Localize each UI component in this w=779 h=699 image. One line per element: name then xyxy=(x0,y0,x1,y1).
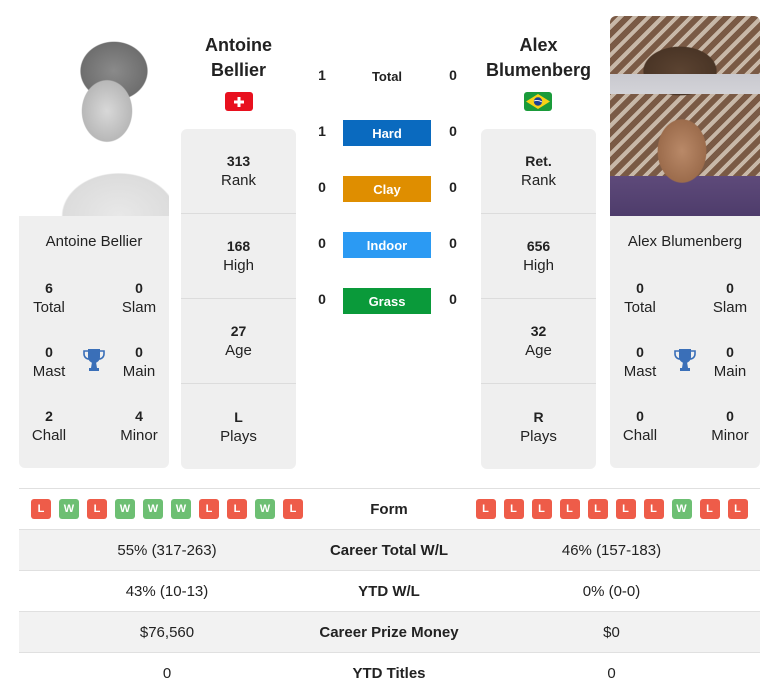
trophy-icon xyxy=(82,347,106,373)
player1-age: 27 Age xyxy=(181,299,296,384)
player2-titles: Alex Blumenberg 0 Total 0 Slam 0 Mast 0 Main… xyxy=(610,216,760,468)
player2-titles-name: Alex Blumenberg xyxy=(627,233,743,250)
row-label: YTD W/L xyxy=(358,582,420,600)
player1-last-name: Bellier xyxy=(210,60,267,80)
h2h-hard-p2: 0 xyxy=(449,123,457,139)
player1-high: 168 High xyxy=(181,214,296,299)
form-row: LWLWWWLLWL Form LLLLLLLWLL xyxy=(19,488,760,529)
form-badge-loss[interactable]: L xyxy=(31,499,51,519)
player1-prize-money: $76,560 xyxy=(139,623,195,641)
player1-rank: 313 Rank xyxy=(181,129,296,214)
player2-rank: Ret. Rank xyxy=(481,129,596,214)
player2-high: 656 High xyxy=(481,214,596,299)
player2-titles-main: 0 Main xyxy=(713,344,747,380)
surface-hard-button[interactable]: Hard xyxy=(343,120,431,146)
player1-titles-mast: 0 Mast xyxy=(32,344,66,380)
h2h-indoor-p1: 0 xyxy=(318,235,326,251)
h2h-total-p1: 1 xyxy=(318,67,326,83)
table-row: 43% (10-13) YTD W/L 0% (0-0) xyxy=(19,570,760,611)
player2-titles-total: 0 Total xyxy=(624,280,656,316)
player2-titles-chall: 0 Chall xyxy=(622,408,658,444)
player1-name[interactable]: Antoine Bellier xyxy=(181,33,296,83)
form-badge-loss[interactable]: L xyxy=(699,499,720,519)
player2-age: 32 Age xyxy=(481,299,596,384)
player2-titles-minor: 0 Minor xyxy=(711,408,749,444)
player2-stats: Ret. Rank 656 High 32 Age R Plays xyxy=(481,129,596,469)
player2-first-name: Alex xyxy=(519,35,558,55)
player2-ytd-titles: 0 xyxy=(607,664,616,682)
form-label: Form xyxy=(370,500,408,518)
form-badge-loss[interactable]: L xyxy=(587,499,608,519)
player1-titles-minor: 4 Minor xyxy=(120,408,158,444)
h2h-grass-p1: 0 xyxy=(318,291,326,307)
trophy-icon xyxy=(673,347,697,373)
table-row: 0 YTD Titles 0 xyxy=(19,652,760,693)
form-badge-win[interactable]: W xyxy=(255,499,275,519)
h2h-clay-p2: 0 xyxy=(449,179,457,195)
row-label: Career Prize Money xyxy=(319,623,459,641)
player2-plays: R Plays xyxy=(520,408,557,445)
table-row: 55% (317-263) Career Total W/L 46% (157-… xyxy=(19,529,760,570)
surface-clay-button[interactable]: Clay xyxy=(343,176,431,202)
form-badge-win[interactable]: W xyxy=(671,499,692,519)
player1-titles-total: 6 Total xyxy=(33,280,65,316)
form-badge-loss[interactable]: L xyxy=(227,499,247,519)
player2-titles-slam: 0 Slam xyxy=(712,280,748,316)
h2h-hard-p1: 1 xyxy=(318,123,326,139)
h2h-grass-p2: 0 xyxy=(449,291,457,307)
player1-titles-chall: 2 Chall xyxy=(31,408,67,444)
form-badge-loss[interactable]: L xyxy=(199,499,219,519)
form-badge-loss[interactable]: L xyxy=(503,499,524,519)
brazil-flag-icon xyxy=(524,92,552,111)
form-badge-win[interactable]: W xyxy=(143,499,163,519)
player1-plays: L Plays xyxy=(220,408,257,445)
player2-ytd-wl: 0% (0-0) xyxy=(582,582,641,600)
h2h-indoor-p2: 0 xyxy=(449,235,457,251)
switzerland-flag-icon xyxy=(225,92,253,111)
form-badge-win[interactable]: W xyxy=(115,499,135,519)
form-badge-loss[interactable]: L xyxy=(87,499,107,519)
player1-form: LWLWWWLLWL xyxy=(19,499,315,519)
player1-stats: 313 Rank 168 High 27 Age L Plays xyxy=(181,129,296,469)
form-badge-loss[interactable]: L xyxy=(559,499,580,519)
row-label: Career Total W/L xyxy=(329,541,449,559)
player2-photo xyxy=(610,16,760,216)
h2h-total-p2: 0 xyxy=(449,67,457,83)
form-badge-loss[interactable]: L xyxy=(615,499,636,519)
player1-photo xyxy=(19,16,169,216)
form-badge-loss[interactable]: L xyxy=(531,499,552,519)
player1-first-name: Antoine xyxy=(205,35,272,55)
player1-ytd-wl: 43% (10-13) xyxy=(125,582,209,600)
player2-form: LLLLLLLWLL xyxy=(463,499,760,519)
form-badge-loss[interactable]: L xyxy=(643,499,664,519)
player1-career-wl: 55% (317-263) xyxy=(117,541,217,559)
form-badge-loss[interactable]: L xyxy=(283,499,303,519)
player1-titles: Antoine Bellier 6 Total 0 Slam 0 Mast 0 Main… xyxy=(19,216,169,468)
player1-titles-main: 0 Main xyxy=(122,344,156,380)
form-badge-loss[interactable]: L xyxy=(727,499,748,519)
form-badge-win[interactable]: W xyxy=(171,499,191,519)
player2-career-wl: 46% (157-183) xyxy=(561,541,662,559)
h2h-total-label: Total xyxy=(371,69,403,84)
surface-grass-button[interactable]: Grass xyxy=(343,288,431,314)
player2-titles-mast: 0 Mast xyxy=(623,344,657,380)
player2-prize-money: $0 xyxy=(603,623,620,641)
surface-indoor-button[interactable]: Indoor xyxy=(343,232,431,258)
form-badge-loss[interactable]: L xyxy=(475,499,496,519)
player2-last-name: Blumenberg xyxy=(485,60,591,80)
table-row: $76,560 Career Prize Money $0 xyxy=(19,611,760,652)
player1-titles-slam: 0 Slam xyxy=(121,280,157,316)
row-label: YTD Titles xyxy=(352,664,426,682)
player2-name[interactable]: Alex Blumenberg xyxy=(481,33,596,83)
player1-titles-name: Antoine Bellier xyxy=(45,233,143,250)
h2h-clay-p1: 0 xyxy=(318,179,326,195)
player1-ytd-titles: 0 xyxy=(162,664,172,682)
form-badge-win[interactable]: W xyxy=(59,499,79,519)
